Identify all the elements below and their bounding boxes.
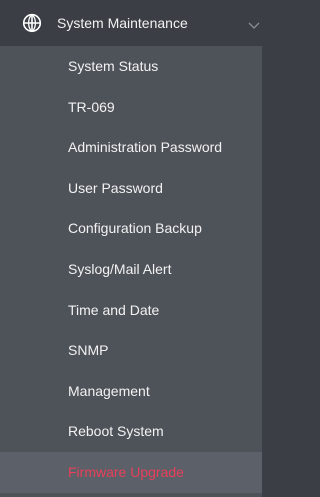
submenu-item-administration-password[interactable]: Administration Password (0, 127, 262, 168)
submenu-list: System Status TR-069 Administration Pass… (0, 46, 262, 497)
submenu-item-user-password[interactable]: User Password (0, 168, 262, 209)
submenu-item-tr-069[interactable]: TR-069 (0, 87, 262, 128)
chevron-down-icon[interactable] (248, 18, 260, 29)
menu-section-label: System Maintenance (57, 15, 188, 31)
submenu-item-reboot-system[interactable]: Reboot System (0, 411, 262, 452)
submenu-item-syslog-mail-alert[interactable]: Syslog/Mail Alert (0, 249, 262, 290)
menu-section-system-maintenance[interactable]: System Maintenance (0, 0, 262, 46)
submenu-item-management[interactable]: Management (0, 371, 262, 412)
globe-icon (21, 12, 43, 34)
sidebar-menu: System Maintenance System Status TR-069 … (0, 0, 262, 497)
submenu-item-system-status[interactable]: System Status (0, 46, 262, 87)
submenu-item-firmware-upgrade[interactable]: Firmware Upgrade (0, 451, 262, 493)
submenu-item-snmp[interactable]: SNMP (0, 330, 262, 371)
submenu-item-time-and-date[interactable]: Time and Date (0, 290, 262, 331)
submenu-item-configuration-backup[interactable]: Configuration Backup (0, 208, 262, 249)
